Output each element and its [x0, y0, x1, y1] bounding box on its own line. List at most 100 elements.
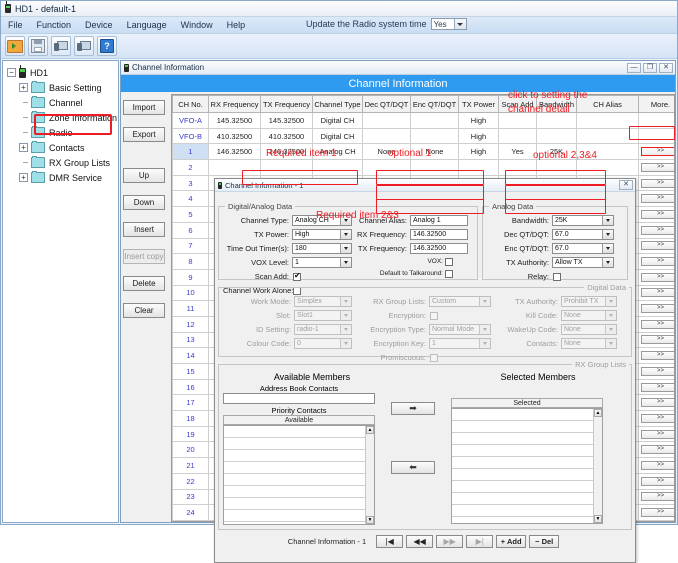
expand-icon[interactable]: +: [19, 143, 28, 152]
cell-ch_no[interactable]: 17: [172, 394, 209, 412]
list-item[interactable]: [224, 426, 374, 438]
cell-enc[interactable]: [410, 159, 459, 176]
col-ch-no[interactable]: CH No.: [172, 95, 209, 113]
cell-more[interactable]: >>: [638, 472, 674, 490]
cell-tx[interactable]: 410.32500: [260, 127, 313, 145]
list-item[interactable]: [452, 481, 602, 493]
tree-item-contacts[interactable]: + Contacts: [7, 140, 118, 155]
cell-more[interactable]: >>: [638, 253, 674, 270]
cell-more[interactable]: >>: [638, 488, 674, 506]
cell-more[interactable]: >>: [638, 315, 674, 333]
cell-more[interactable]: >>: [638, 221, 674, 239]
last-record-button[interactable]: ▶|: [466, 535, 494, 548]
minimize-button[interactable]: —: [627, 62, 641, 73]
close-button[interactable]: ✕: [659, 62, 673, 73]
list-item[interactable]: [452, 493, 602, 505]
next-record-button[interactable]: ▶▶: [436, 535, 464, 548]
tree-item-dmr-service[interactable]: + DMR Service: [7, 170, 118, 185]
table-row[interactable]: 1 146.32500 146.32500 Analog CH None None High…: [172, 143, 674, 161]
cell-more[interactable]: >>: [638, 268, 674, 286]
cell-dec[interactable]: [362, 159, 411, 176]
more-button[interactable]: >>: [641, 194, 674, 204]
menu-item-language[interactable]: Language: [120, 17, 174, 33]
available-list-scrollbar[interactable]: ▲ ▼: [365, 426, 374, 524]
more-button[interactable]: >>: [641, 429, 674, 439]
more-button[interactable]: >>: [641, 398, 674, 408]
cell-more[interactable]: >>: [638, 206, 674, 223]
first-record-button[interactable]: |◀: [376, 535, 404, 548]
list-item[interactable]: [452, 469, 602, 481]
import-button[interactable]: Import: [123, 100, 165, 115]
cell-power[interactable]: [458, 159, 499, 176]
menu-item-function[interactable]: Function: [30, 17, 79, 33]
list-item[interactable]: [224, 474, 374, 486]
cell-scan[interactable]: [498, 112, 537, 129]
cell-alias[interactable]: [576, 112, 639, 129]
collapse-icon[interactable]: −: [7, 68, 16, 77]
list-item[interactable]: [224, 510, 374, 522]
tx-frequency-input[interactable]: 146.32500: [410, 243, 468, 254]
cell-ch_no[interactable]: 14: [172, 347, 209, 364]
vox-level-select[interactable]: 1: [292, 257, 352, 268]
write-to-radio-button[interactable]: [74, 36, 94, 56]
rx-frequency-input[interactable]: 146.32500: [410, 229, 468, 240]
cell-power[interactable]: High: [458, 143, 499, 161]
cell-ch_no[interactable]: 23: [172, 488, 209, 506]
list-item[interactable]: [224, 438, 374, 450]
list-item[interactable]: [452, 433, 602, 445]
cell-scan[interactable]: [498, 127, 537, 145]
analog-tx-authority-select[interactable]: Allow TX: [552, 257, 614, 268]
cell-more[interactable]: >>: [638, 457, 674, 474]
cell-ch_no[interactable]: 4: [172, 190, 209, 208]
cell-ch_no[interactable]: 3: [172, 174, 209, 192]
expand-icon[interactable]: +: [19, 173, 28, 182]
col-channel-type[interactable]: Channel Type: [312, 95, 363, 113]
enc-qt-dqt-select[interactable]: 67.0: [552, 243, 614, 254]
default-to-talkaround-checkbox[interactable]: [445, 269, 453, 278]
more-button[interactable]: >>: [641, 366, 674, 376]
cell-ch_no[interactable]: 12: [172, 315, 209, 333]
export-button[interactable]: Export: [123, 127, 165, 142]
cell-more[interactable]: >>: [638, 347, 674, 364]
down-button[interactable]: Down: [123, 195, 165, 210]
list-item[interactable]: [224, 462, 374, 474]
cell-ch_no[interactable]: 21: [172, 457, 209, 474]
read-from-radio-button[interactable]: [51, 36, 71, 56]
maximize-button[interactable]: ❐: [643, 62, 657, 73]
channel-type-select[interactable]: Analog CH: [292, 215, 352, 226]
cell-more[interactable]: >>: [638, 425, 674, 443]
cell-scan[interactable]: Yes: [498, 143, 537, 161]
more-button[interactable]: >>: [641, 476, 674, 486]
cell-tx[interactable]: 145.32500: [260, 112, 313, 129]
cell-ch_no[interactable]: 18: [172, 410, 209, 427]
cell-more[interactable]: >>: [638, 300, 674, 317]
cell-more[interactable]: >>: [638, 394, 674, 412]
col-tx-frequency[interactable]: TX Frequency: [260, 95, 313, 113]
menu-item-help[interactable]: Help: [220, 17, 253, 33]
list-item[interactable]: [224, 498, 374, 510]
cell-rx[interactable]: [208, 159, 261, 176]
cell-dec[interactable]: [362, 112, 411, 129]
col-ch-alias[interactable]: CH Alias: [576, 95, 639, 113]
cell-more[interactable]: >>: [638, 174, 674, 192]
open-button[interactable]: [5, 36, 25, 56]
cell-more[interactable]: >>: [638, 143, 674, 161]
more-button[interactable]: >>: [641, 304, 674, 314]
more-button[interactable]: >>: [641, 413, 674, 423]
cell-ch_no[interactable]: 6: [172, 221, 209, 239]
cell-more[interactable]: >>: [638, 378, 674, 396]
cell-power[interactable]: High: [458, 127, 499, 145]
cell-ch_no[interactable]: 22: [172, 472, 209, 490]
available-members-list[interactable]: ▲ ▼: [223, 425, 375, 525]
address-book-search-input[interactable]: [223, 393, 375, 404]
cell-ch_no[interactable]: 16: [172, 378, 209, 396]
col-enc-qt-dqt[interactable]: Enc QT/DQT: [410, 95, 459, 113]
more-button[interactable]: >>: [641, 445, 674, 455]
more-button[interactable]: >>: [641, 209, 674, 219]
menu-item-window[interactable]: Window: [174, 17, 220, 33]
more-button[interactable]: >>: [641, 272, 674, 282]
cell-dec[interactable]: None: [362, 143, 411, 161]
scan-add-checkbox[interactable]: [293, 271, 301, 281]
col-rx-frequency[interactable]: RX Frequency: [208, 95, 261, 113]
cell-bw[interactable]: 25K: [536, 143, 577, 161]
